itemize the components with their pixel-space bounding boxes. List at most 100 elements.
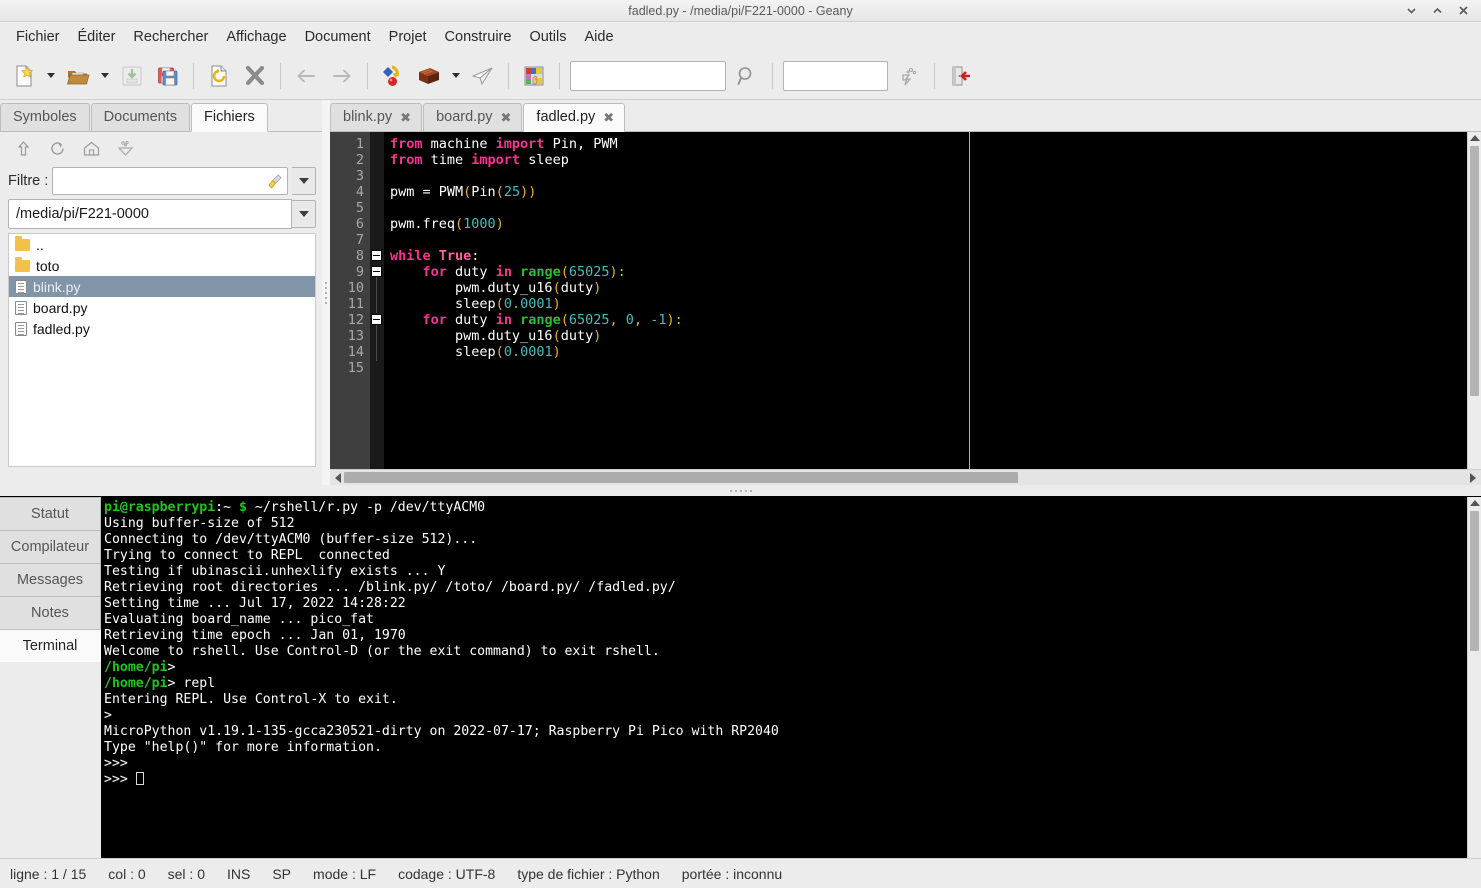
panel-splitter[interactable]	[0, 485, 1481, 496]
goto-line-input[interactable]	[702, 60, 888, 91]
search-input-field[interactable]	[540, 61, 721, 90]
path-combo-input[interactable]: /media/pi/F221-0000	[8, 199, 292, 229]
run-paperplane-icon[interactable]	[465, 57, 501, 95]
terminal-line: Evaluating board_name ... pico_fat	[104, 612, 374, 627]
list-item[interactable]: board.py	[9, 297, 315, 318]
locate-current-file-icon[interactable]	[112, 136, 138, 160]
code-line[interactable]: pwm = PWM(Pin(25))	[384, 184, 1467, 200]
terminal-vertical-scrollbar[interactable]	[1467, 497, 1481, 858]
fold-toggle-icon[interactable]	[371, 266, 382, 277]
file-list[interactable]: .. toto blink.py board.py fadled.py	[8, 233, 316, 467]
jump-to-icon[interactable]	[891, 57, 927, 95]
menu-construire[interactable]: Construire	[436, 26, 521, 48]
code-line[interactable]	[384, 360, 1467, 376]
code-line[interactable]: for duty in range(65025, 0, -1):	[384, 312, 1467, 328]
menu-aide[interactable]: Aide	[576, 26, 623, 48]
home-icon[interactable]	[78, 136, 104, 160]
scroll-up-icon[interactable]	[1469, 135, 1480, 141]
open-folder-icon[interactable]	[60, 57, 96, 95]
menu-outils[interactable]: Outils	[520, 26, 575, 48]
code-line[interactable]: sleep(0.0001)	[384, 344, 1467, 360]
code-line[interactable]: from machine import Pin, PWM	[384, 136, 1467, 152]
scrollbar-track[interactable]	[344, 472, 1467, 483]
code-line[interactable]: for duty in range(65025):	[384, 264, 1467, 280]
fold-toggle-icon[interactable]	[371, 314, 382, 325]
close-x-icon[interactable]	[237, 57, 273, 95]
new-file-menu-button[interactable]	[42, 57, 60, 95]
arrow-left-icon[interactable]	[288, 57, 324, 95]
code-line[interactable]	[384, 168, 1467, 184]
filter-input-field[interactable]	[53, 168, 267, 194]
code-line[interactable]: pwm.duty_u16(duty)	[384, 280, 1467, 296]
code-view[interactable]: 1 2 3 4 5 6 7 8 9 10 11 12 13 14 15 from machine impor…	[330, 132, 1481, 469]
menu-editer[interactable]: Éditer	[69, 26, 125, 48]
editor-tab-label: blink.py	[343, 109, 393, 125]
menu-rechercher[interactable]: Rechercher	[124, 26, 217, 48]
editor-vertical-scrollbar[interactable]	[1467, 132, 1481, 469]
editor-tab-board[interactable]: board.py ✖	[423, 103, 523, 131]
new-file-icon[interactable]	[6, 57, 42, 95]
sidebar-tab-documents[interactable]: Documents	[90, 103, 191, 131]
message-tab-notes[interactable]: Notes	[0, 596, 101, 630]
code-text[interactable]: from machine import Pin, PWM from time im…	[384, 132, 1467, 469]
arrow-right-icon[interactable]	[324, 57, 360, 95]
list-item[interactable]: fadled.py	[9, 318, 315, 339]
compile-icon[interactable]	[375, 57, 411, 95]
sidebar-tab-fichiers[interactable]: Fichiers	[191, 103, 268, 132]
list-item[interactable]: ..	[9, 234, 315, 255]
scroll-left-icon[interactable]	[335, 472, 341, 483]
sidebar-tab-symboles[interactable]: Symboles	[0, 103, 90, 131]
close-icon[interactable]: ✖	[400, 111, 411, 124]
list-item[interactable]: toto	[9, 255, 315, 276]
quit-door-icon[interactable]	[942, 57, 978, 95]
minimize-button[interactable]	[1405, 4, 1418, 17]
save-icon[interactable]	[114, 57, 150, 95]
fold-margin[interactable]	[370, 132, 384, 469]
code-line[interactable]: from time import sleep	[384, 152, 1467, 168]
sidebar-splitter[interactable]	[322, 100, 330, 485]
build-menu-button[interactable]	[447, 57, 465, 95]
message-tab-messages[interactable]: Messages	[0, 563, 101, 597]
scrollbar-thumb[interactable]	[1470, 511, 1479, 651]
revert-icon[interactable]	[201, 57, 237, 95]
code-line[interactable]: while True:	[384, 248, 1467, 264]
code-line[interactable]: pwm.freq(1000)	[384, 216, 1467, 232]
editor-tab-fadled[interactable]: fadled.py ✖	[523, 103, 626, 132]
editor-tab-blink[interactable]: blink.py ✖	[330, 103, 423, 131]
terminal-output[interactable]: pi@raspberrypi:~ $ ~/rshell/r.py -p /dev…	[101, 497, 1467, 858]
maximize-button[interactable]	[1431, 4, 1444, 17]
code-line[interactable]: pwm.duty_u16(duty)	[384, 328, 1467, 344]
open-recent-menu-button[interactable]	[96, 57, 114, 95]
scroll-up-icon[interactable]	[1469, 500, 1480, 506]
terminal-line: Setting time ... Jul 17, 2022 14:28:22	[104, 596, 406, 611]
clear-broom-icon[interactable]	[267, 173, 284, 190]
code-line[interactable]	[384, 200, 1467, 216]
file-name: board.py	[33, 299, 88, 316]
close-icon[interactable]: ✖	[501, 111, 512, 124]
message-tab-compilateur[interactable]: Compilateur	[0, 530, 101, 564]
scrollbar-thumb[interactable]	[1470, 146, 1479, 396]
scroll-right-icon[interactable]	[1470, 472, 1476, 483]
menu-fichier[interactable]: Fichier	[7, 26, 69, 48]
menu-affichage[interactable]: Affichage	[217, 26, 295, 48]
close-icon[interactable]: ✖	[603, 111, 614, 124]
message-tab-statut[interactable]: Statut	[0, 497, 101, 531]
menu-document[interactable]: Document	[296, 26, 380, 48]
list-item[interactable]: blink.py	[9, 276, 315, 297]
message-tab-terminal[interactable]: Terminal	[0, 629, 101, 663]
go-up-icon[interactable]	[10, 136, 36, 160]
filter-dropdown-button[interactable]	[292, 167, 316, 195]
fold-toggle-icon[interactable]	[371, 250, 382, 261]
scrollbar-thumb[interactable]	[344, 472, 1018, 483]
menu-projet[interactable]: Projet	[380, 26, 436, 48]
code-line[interactable]: sleep(0.0001)	[384, 296, 1467, 312]
goto-line-input-field[interactable]	[702, 61, 883, 90]
build-brick-icon[interactable]	[411, 57, 447, 95]
close-button[interactable]	[1457, 4, 1470, 17]
path-dropdown-button[interactable]	[292, 200, 316, 228]
refresh-icon[interactable]	[44, 136, 70, 160]
code-line[interactable]	[384, 232, 1467, 248]
save-all-icon[interactable]	[150, 57, 186, 95]
filter-input[interactable]	[52, 167, 288, 195]
editor-horizontal-scrollbar[interactable]	[330, 469, 1481, 485]
